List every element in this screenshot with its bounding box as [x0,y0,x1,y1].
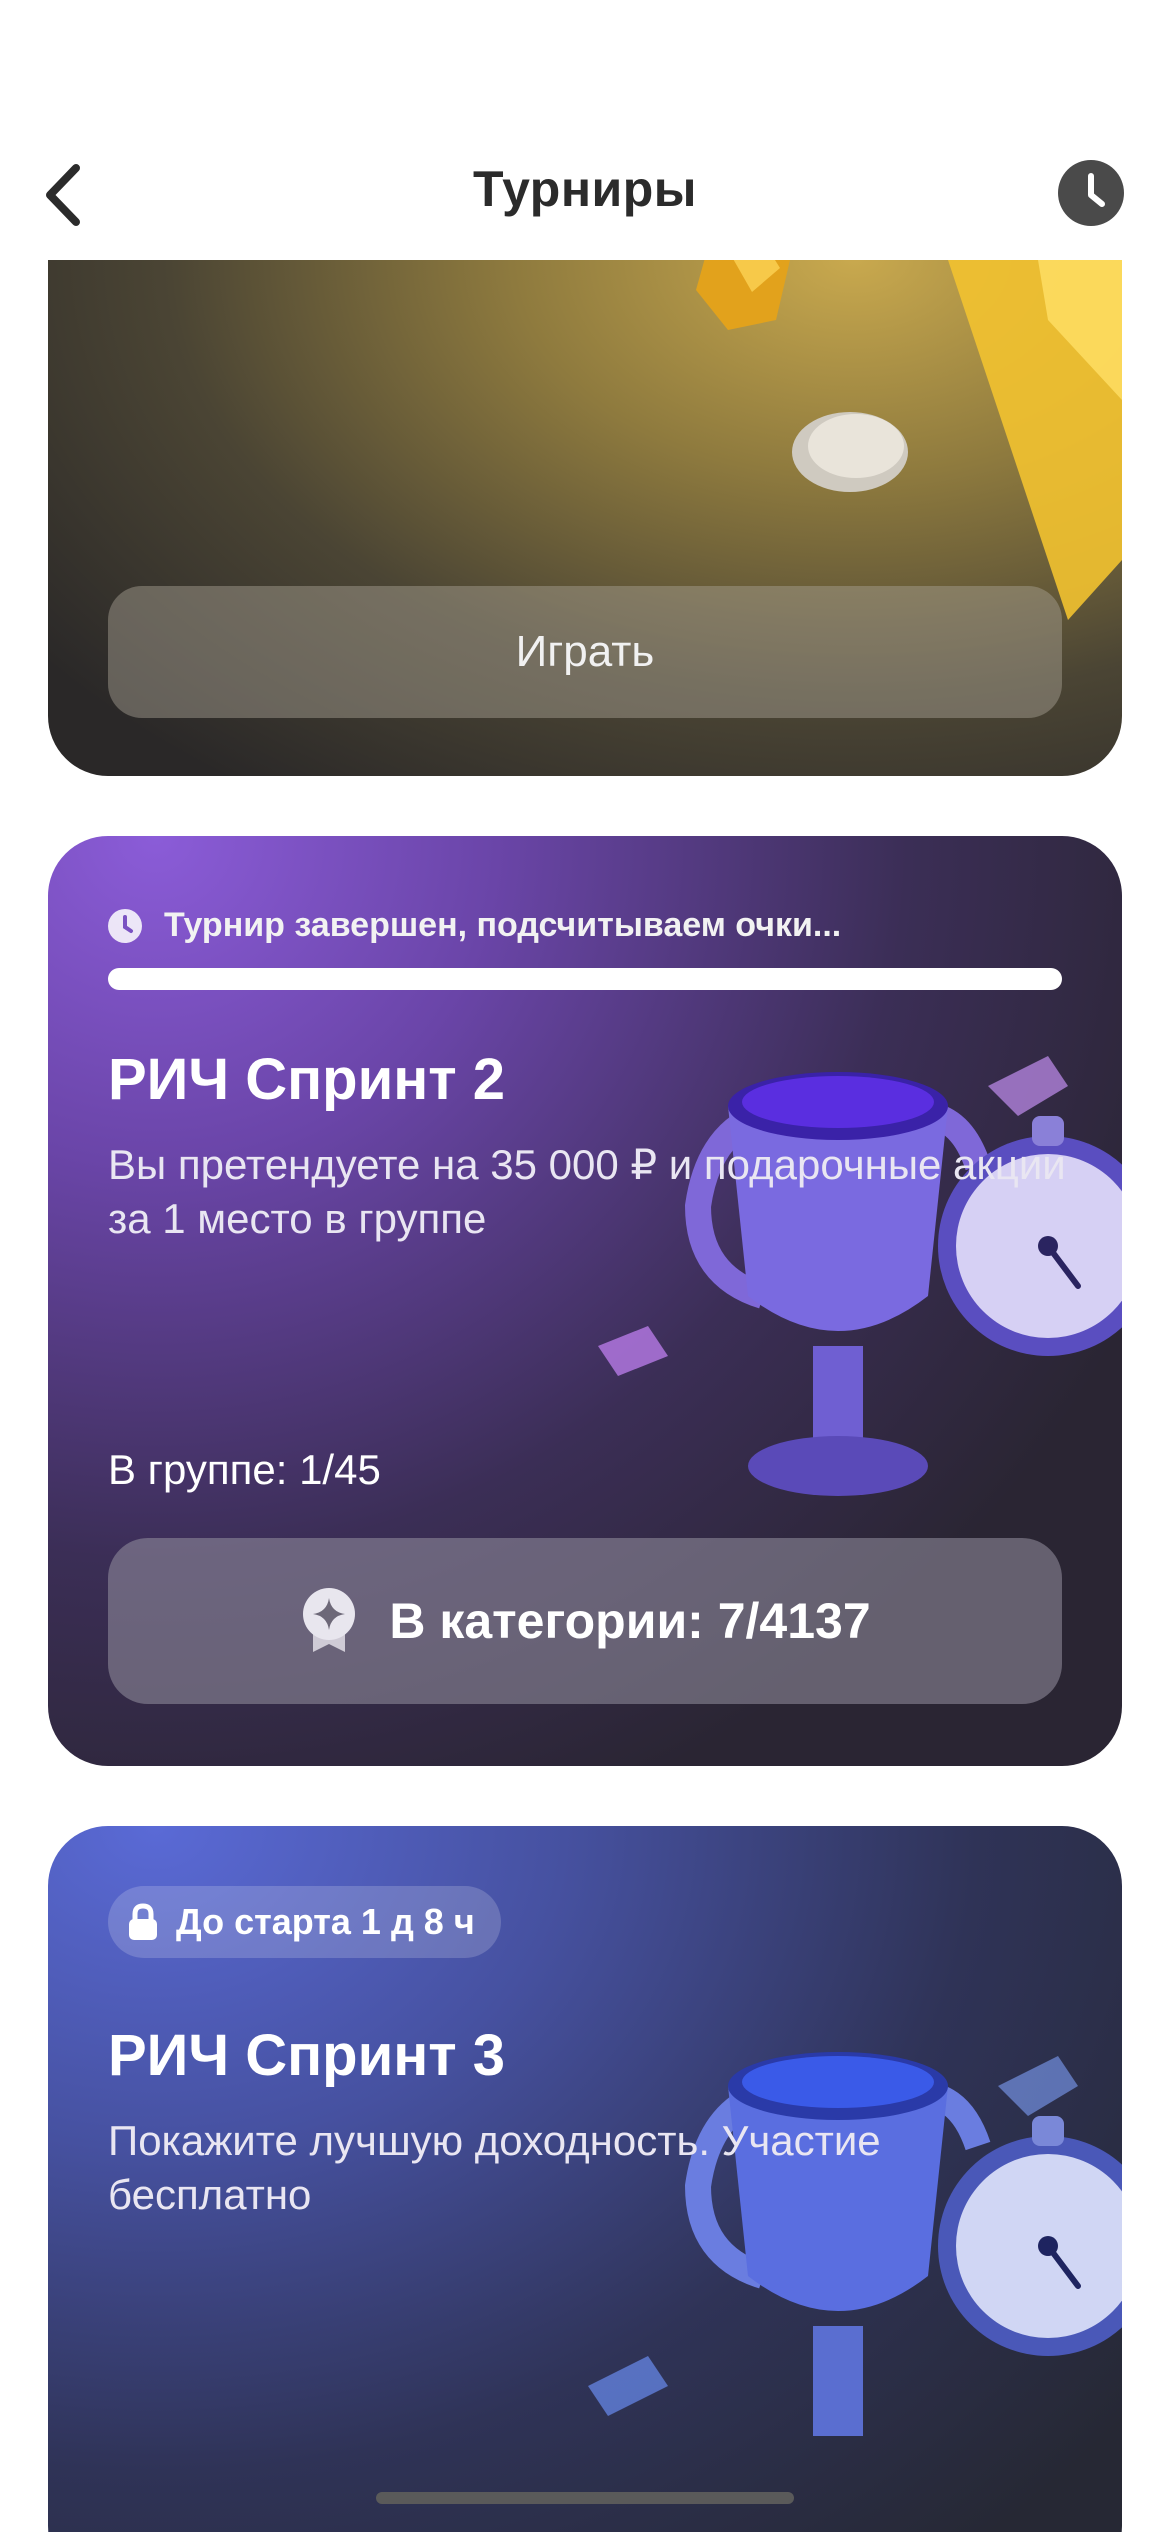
tournament-title: РИЧ Спринт 2 [108,1047,506,1112]
play-button[interactable]: Играть [108,586,1062,718]
category-rank-button[interactable]: В категории: 7/4137 [108,1538,1062,1704]
tournament-card-2[interactable]: Турнир завершен, подсчитываем очки... РИ… [48,836,1122,1766]
tournament-title: РИЧ Спринт 3 [108,2023,506,2088]
tournament-description: Вы претендуете на 35 000 ₽ и подарочные … [108,1141,1066,1242]
lock-icon [129,1903,157,1940]
start-countdown-text: До старта 1 д 8 ч [176,1901,475,1942]
decorative-art [696,200,1122,620]
progress-bar [108,968,1062,990]
start-countdown-badge: До старта 1 д 8 ч [108,1886,501,1958]
trophy-illustration [598,1056,1122,1496]
status-row: Турнир завершен, подсчитываем очки... [108,906,841,945]
group-rank: В группе: 1/45 [108,1446,381,1493]
tournament-card-3[interactable]: До старта 1 д 8 ч РИЧ Спринт 3 Покажите … [48,1826,1122,2532]
status-text: Турнир завершен, подсчитываем очки... [164,906,842,944]
award-badge-icon [303,1588,356,1652]
tournament-description: Покажите лучшую доходность. Участие бесп… [108,2117,881,2218]
clock-icon [108,908,142,943]
clock-icon [1088,173,1105,207]
tournament-card-1: Играть [48,200,1122,776]
home-indicator [376,2492,794,2504]
category-rank-text: В категории: 7/4137 [389,1593,871,1649]
top-bar: Турниры [0,0,1170,260]
page-title: Турниры [472,161,697,217]
trophy-illustration [588,2052,1122,2436]
history-button[interactable] [1058,160,1124,226]
